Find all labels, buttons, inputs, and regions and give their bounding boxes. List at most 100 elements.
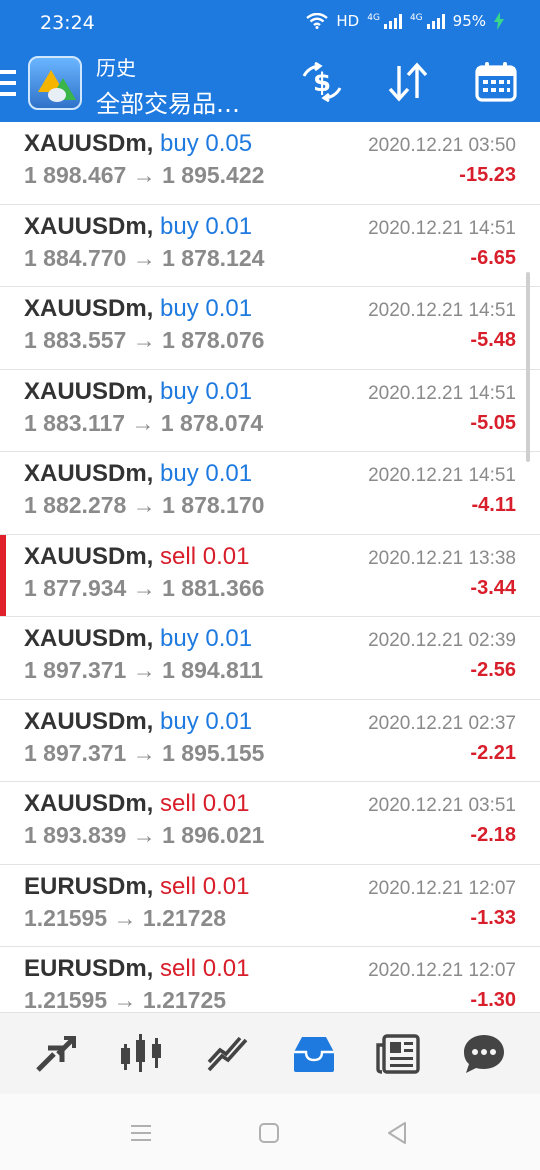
trade-row[interactable]: XAUUSDm, buy 0.01 1 883.557 → 1 878.076 20… xyxy=(0,287,540,370)
trade-row[interactable]: XAUUSDm, buy 0.01 1 883.117 → 1 878.074 20… xyxy=(0,370,540,452)
open-price: 1 883.557 xyxy=(24,327,127,353)
trade-side: sell 0.01 xyxy=(160,543,249,570)
trade-symbol: XAUUSDm, xyxy=(24,707,154,735)
chat-icon xyxy=(464,1035,504,1073)
trade-symbol-line: XAUUSDm, buy 0.01 xyxy=(24,213,252,241)
signal-icon: 4G xyxy=(367,13,402,29)
close-price: 1 878.170 xyxy=(162,492,265,518)
scrollbar[interactable] xyxy=(526,272,530,462)
tab-chat[interactable] xyxy=(456,1027,512,1081)
trade-row[interactable]: EURUSDm, sell 0.01 1.21595 → 1.21725 2020.… xyxy=(0,947,540,1012)
trade-side: buy 0.01 xyxy=(160,213,252,240)
sort-icon xyxy=(388,62,428,102)
tab-quotes[interactable] xyxy=(28,1027,84,1081)
trade-datetime: 2020.12.21 14:51 xyxy=(368,382,516,404)
home-icon xyxy=(259,1123,279,1143)
sort-button[interactable] xyxy=(384,60,432,104)
nav-back-button[interactable] xyxy=(382,1118,412,1148)
trade-side: buy 0.01 xyxy=(160,625,252,652)
trade-rows: XAUUSDm, buy 0.05 1 898.467 → 1 895.422 20… xyxy=(0,122,540,1012)
trade-symbol: EURUSDm, xyxy=(24,872,154,900)
arrow-icon: → xyxy=(132,244,156,271)
arrow-icon: → xyxy=(132,822,156,848)
selected-row-marker xyxy=(0,534,6,616)
trade-direction: buy xyxy=(160,295,199,322)
arrow-icon: → xyxy=(131,409,155,436)
chart-icon xyxy=(121,1034,161,1072)
trade-row[interactable]: XAUUSDm, buy 0.05 1 898.467 → 1 895.422 20… xyxy=(0,122,540,205)
charging-icon xyxy=(494,12,504,30)
network-label-1: 4G xyxy=(367,13,380,23)
trade-symbol-line: EURUSDm, sell 0.01 xyxy=(24,955,249,983)
close-price: 1 878.074 xyxy=(160,409,264,436)
trade-row[interactable]: EURUSDm, sell 0.01 1.21595 → 1.21728 2020.… xyxy=(0,865,540,947)
trade-symbol-line: XAUUSDm, buy 0.01 xyxy=(24,625,252,653)
nav-home-button[interactable] xyxy=(254,1118,284,1148)
open-price: 1 898.467 xyxy=(24,162,127,188)
open-price: 1 882.278 xyxy=(24,492,127,518)
symbol-filter-label[interactable]: 全部交易品… xyxy=(96,84,240,119)
trade-row[interactable]: XAUUSDm, buy 0.01 1 884.770 → 1 878.124 20… xyxy=(0,205,540,287)
trade-direction: buy xyxy=(160,212,199,240)
trade-side: buy 0.01 xyxy=(160,460,252,487)
calendar-icon xyxy=(475,62,517,102)
trade-volume: 0.01 xyxy=(205,460,253,487)
trade-datetime: 2020.12.21 02:39 xyxy=(368,630,516,651)
signal-icon-2: 4G xyxy=(410,13,445,29)
open-price: 1 897.371 xyxy=(24,657,127,683)
trade-volume: 0.05 xyxy=(205,130,253,157)
close-price: 1 895.155 xyxy=(162,739,265,766)
trade-symbol: EURUSDm, xyxy=(24,955,154,982)
trade-row[interactable]: XAUUSDm, sell 0.01 1 877.934 → 1 881.366 2… xyxy=(0,534,540,617)
trade-datetime: 2020.12.21 03:51 xyxy=(368,795,516,816)
trade-symbol: XAUUSDm, xyxy=(24,542,154,570)
tab-history[interactable] xyxy=(286,1027,342,1081)
open-price: 1 883.117 xyxy=(24,409,126,436)
trade-datetime: 2020.12.21 03:50 xyxy=(368,135,516,156)
trade-row[interactable]: XAUUSDm, buy 0.01 1 882.278 → 1 878.170 20… xyxy=(0,452,540,535)
arrow-icon: → xyxy=(132,327,156,353)
trade-side: buy 0.01 xyxy=(160,708,252,735)
calendar-button[interactable] xyxy=(472,60,520,104)
tab-news[interactable] xyxy=(370,1027,426,1081)
system-nav-bar xyxy=(0,1094,540,1170)
trade-row[interactable]: XAUUSDm, buy 0.01 1 897.371 → 1 895.155 20… xyxy=(0,700,540,782)
arrow-icon: → xyxy=(113,987,137,1012)
trade-volume: 0.01 xyxy=(202,790,250,817)
tab-chart[interactable] xyxy=(114,1027,170,1081)
trade-prices: 1 883.557 → 1 878.076 xyxy=(24,327,264,354)
trade-profit: -2.21 xyxy=(470,741,516,764)
app-header: 历史 全部交易品… $ xyxy=(0,48,540,122)
trade-row[interactable]: XAUUSDm, buy 0.01 1 897.371 → 1 894.811 20… xyxy=(0,617,540,700)
trade-prices: 1 897.371 → 1 894.811 xyxy=(24,657,263,684)
trade-symbol-line: XAUUSDm, sell 0.01 xyxy=(24,790,249,818)
battery-level: 95% xyxy=(452,12,486,30)
trade-history-list[interactable]: XAUUSDm, buy 0.05 1 898.467 → 1 895.422 20… xyxy=(0,122,540,1012)
trade-prices: 1 877.934 → 1 881.366 xyxy=(24,575,264,602)
trade-row[interactable]: XAUUSDm, sell 0.01 1 893.839 → 1 896.021 2… xyxy=(0,782,540,865)
trade-direction: buy xyxy=(160,377,199,405)
bottom-toolbar xyxy=(0,1012,540,1094)
status-indicators: HD 4G 4G 95% xyxy=(306,12,504,30)
trade-side: buy 0.01 xyxy=(160,295,252,322)
menu-icon[interactable] xyxy=(0,70,18,96)
page-title: 历史 xyxy=(96,56,136,80)
trade-volume: 0.01 xyxy=(202,955,250,982)
tab-trade[interactable] xyxy=(200,1027,256,1081)
open-price: 1 884.770 xyxy=(24,244,127,271)
currency-exchange-button[interactable]: $ xyxy=(298,60,346,104)
close-price: 1 896.021 xyxy=(162,822,265,848)
trade-volume: 0.01 xyxy=(205,707,253,735)
open-price: 1.21595 xyxy=(24,987,108,1012)
trade-side: sell 0.01 xyxy=(160,790,249,817)
nav-menu-button[interactable] xyxy=(126,1118,156,1148)
hd-indicator: HD xyxy=(336,12,360,30)
arrow-icon: → xyxy=(132,739,156,766)
trade-datetime: 2020.12.21 14:51 xyxy=(368,300,516,321)
trade-side: sell 0.01 xyxy=(160,955,249,982)
trade-profit: -1.33 xyxy=(470,906,516,929)
trade-direction: buy xyxy=(160,130,199,157)
trade-symbol: XAUUSDm, xyxy=(24,790,154,817)
trade-datetime: 2020.12.21 12:07 xyxy=(368,877,516,899)
trade-symbol: XAUUSDm, xyxy=(24,212,154,240)
